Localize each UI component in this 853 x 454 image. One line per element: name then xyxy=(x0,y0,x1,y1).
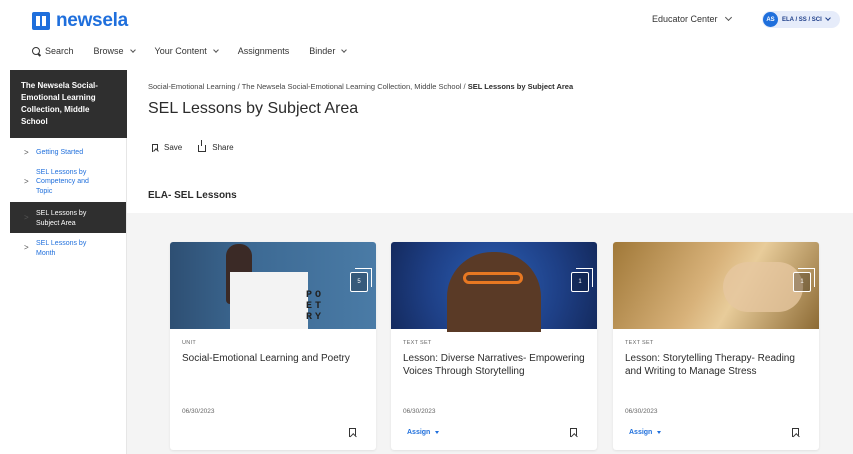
content-card[interactable]: PO ET RY 5 UNIT Social-Emotional Learnin… xyxy=(170,242,376,450)
item-count: 5 xyxy=(357,279,361,285)
card-thumbnail: PO ET RY 5 xyxy=(170,242,376,329)
sidebar-item-label: Getting Started xyxy=(36,149,84,156)
podium xyxy=(230,272,308,329)
card-type: UNIT xyxy=(182,340,197,346)
item-count-icon: 1 xyxy=(793,268,815,292)
card-type: TEXT SET xyxy=(625,340,654,346)
content-card[interactable]: 1 TEXT SET Lesson: Diverse Narratives- E… xyxy=(391,242,597,450)
sidebar-collection-title[interactable]: The Newsela Social-Emotional Learning Co… xyxy=(10,70,127,138)
page-title: SEL Lessons by Subject Area xyxy=(148,100,359,117)
item-count: 1 xyxy=(800,279,804,285)
caret-down-icon xyxy=(435,431,440,434)
collection-sidebar: The Newsela Social-Emotional Learning Co… xyxy=(10,70,127,454)
chevron-down-icon xyxy=(724,13,732,22)
bookmark-icon xyxy=(152,143,158,152)
breadcrumb-current: SEL Lessons by Subject Area xyxy=(467,82,574,91)
chevron-right-icon: > xyxy=(24,176,29,186)
card-date: 06/30/2023 xyxy=(182,408,215,415)
bookmark-icon[interactable] xyxy=(349,428,356,437)
chevron-right-icon: > xyxy=(24,148,29,157)
breadcrumb-separator: / xyxy=(237,82,240,91)
nav-browse-label: Browse xyxy=(93,46,124,56)
share-icon xyxy=(198,140,207,152)
nav-browse[interactable]: Browse xyxy=(93,46,136,56)
chevron-down-icon xyxy=(129,46,136,53)
content-card[interactable]: 1 TEXT SET Lesson: Storytelling Therapy-… xyxy=(613,242,819,450)
share-button[interactable]: Share xyxy=(198,140,234,152)
card-date: 06/30/2023 xyxy=(403,408,436,415)
card-title[interactable]: Social-Emotional Learning and Poetry xyxy=(182,352,367,365)
breadcrumb: Social-Emotional Learning / The Newsela … xyxy=(148,82,573,91)
item-count: 1 xyxy=(578,279,582,285)
save-button[interactable]: Save xyxy=(152,143,182,152)
breadcrumb-separator: / xyxy=(463,82,466,91)
chevron-down-icon xyxy=(212,46,219,53)
assign-label: Assign xyxy=(407,429,431,436)
breadcrumb-link[interactable]: The Newsela Social-Emotional Learning Co… xyxy=(242,82,462,91)
card-title[interactable]: Lesson: Storytelling Therapy- Reading an… xyxy=(625,352,810,378)
glasses-shape xyxy=(463,272,523,284)
card-date: 06/30/2023 xyxy=(625,408,658,415)
section-title: ELA- SEL Lessons xyxy=(148,190,237,201)
save-label: Save xyxy=(164,143,183,152)
nav-your-content[interactable]: Your Content xyxy=(154,46,219,56)
card-title[interactable]: Lesson: Diverse Narratives- Empowering V… xyxy=(403,352,588,378)
nav-search-label: Search xyxy=(45,46,74,56)
sidebar-item-label: SEL Lessons by Subject Area xyxy=(36,210,87,227)
top-bar: newsela Educator Center AS ELA / SS / SC… xyxy=(0,0,853,70)
bookmark-icon[interactable] xyxy=(792,428,799,437)
nav-assignments-label: Assignments xyxy=(237,46,290,56)
user-menu[interactable]: AS ELA / SS / SCI xyxy=(762,11,840,28)
nav-assignments[interactable]: Assignments xyxy=(238,46,290,56)
chevron-right-icon: > xyxy=(24,243,29,252)
sidebar-item-getting-started[interactable]: > Getting Started xyxy=(10,145,126,162)
bookmark-icon[interactable] xyxy=(570,428,577,437)
search-icon xyxy=(32,47,40,55)
educator-center-label: Educator Center xyxy=(652,14,718,24)
item-count-icon: 1 xyxy=(571,268,593,292)
page-actions: Save Share xyxy=(152,140,250,152)
logo-text: newsela xyxy=(56,10,128,31)
chevron-down-icon xyxy=(824,15,831,21)
student-figure xyxy=(447,252,541,332)
writing-hand-figure xyxy=(723,262,803,312)
assign-button[interactable]: Assign xyxy=(407,429,440,436)
main-nav: Search Browse Your Content Assignments B… xyxy=(32,46,366,56)
podium-text: PO ET RY xyxy=(306,290,325,323)
sidebar-item-month[interactable]: > SEL Lessons by Month xyxy=(10,233,126,258)
card-thumbnail: 1 xyxy=(613,242,819,329)
item-count-icon: 5 xyxy=(350,268,372,292)
avatar: AS xyxy=(763,12,778,27)
nav-binder-label: Binder xyxy=(309,46,336,56)
newsela-logo-icon xyxy=(32,12,50,30)
newsela-logo[interactable]: newsela xyxy=(32,10,128,32)
educator-center-menu[interactable]: Educator Center xyxy=(652,13,732,24)
card-type: TEXT SET xyxy=(403,340,432,346)
sidebar-item-competency-topic[interactable]: > SEL Lessons by Competency and Topic xyxy=(10,162,126,203)
card-thumbnail: 1 xyxy=(391,242,597,332)
sidebar-item-subject-area[interactable]: > SEL Lessons by Subject Area xyxy=(10,202,126,233)
assign-label: Assign xyxy=(629,429,653,436)
chevron-right-icon: > xyxy=(24,213,29,222)
user-subject-label: ELA / SS / SCI xyxy=(782,16,822,23)
caret-down-icon xyxy=(657,431,662,434)
chevron-down-icon xyxy=(341,46,348,53)
nav-binder[interactable]: Binder xyxy=(309,46,348,56)
share-label: Share xyxy=(212,143,234,152)
nav-your-content-label: Your Content xyxy=(154,46,207,56)
sidebar-item-label: SEL Lessons by Month xyxy=(36,240,87,257)
sidebar-item-label: SEL Lessons by Competency and Topic xyxy=(36,168,89,195)
assign-button[interactable]: Assign xyxy=(629,429,662,436)
breadcrumb-link[interactable]: Social-Emotional Learning xyxy=(148,82,236,91)
nav-search[interactable]: Search xyxy=(32,46,74,56)
